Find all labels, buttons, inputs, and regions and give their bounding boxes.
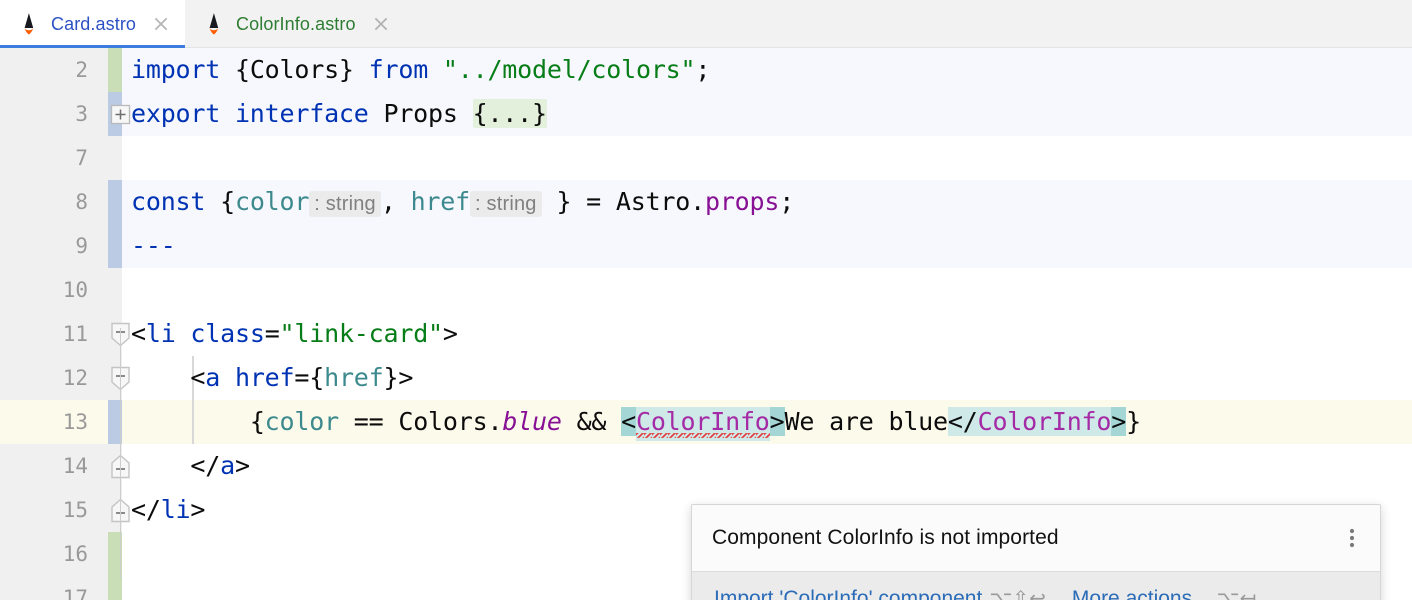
code-row[interactable]: 11 <li class="link-card"> [0,312,1412,356]
code-line-text: {color == Colors.blue && <ColorInfo>We a… [131,400,1141,444]
inlay-type-hint[interactable]: : string [469,191,542,217]
more-actions-action[interactable]: More actions... ⌥↤ [1072,586,1257,600]
code-row[interactable]: 12 <a href={href}> [0,356,1412,400]
code-row[interactable]: 9 --- [0,224,1412,268]
line-number: 15 [62,498,88,522]
line-number: 2 [75,58,88,82]
code-row[interactable]: 10 [0,268,1412,312]
line-number: 8 [75,190,88,214]
action-label: Import 'ColorInfo' component [714,587,983,600]
code-row[interactable]: 2 import {Colors} from "../model/colors"… [0,48,1412,92]
vcs-change-marker[interactable] [108,576,122,600]
line-number: 12 [62,366,88,390]
tab-label: ColorInfo.astro [236,13,356,34]
unresolved-component-reference[interactable]: ColorInfo [635,407,770,441]
line-number: 9 [75,234,88,258]
tab-label: Card.astro [51,13,137,34]
popup-action-bar: Import 'ColorInfo' component ⌥⇧↩ More ac… [692,571,1380,600]
astro-logo-icon [209,13,219,35]
line-number: 3 [75,102,88,126]
code-line-text: </a> [190,451,250,480]
editor-tab-bar: Card.astro ColorInfo.astro [0,0,1412,48]
line-number: 11 [62,322,88,346]
fold-region-connector [120,328,121,578]
code-row[interactable]: 7 [0,136,1412,180]
code-row-current[interactable]: 13 {color == Colors.blue && <ColorInfo>W… [0,400,1412,444]
code-line-text: export interface Props {...} [131,99,547,128]
line-number: 10 [62,278,88,302]
code-row[interactable]: 14 </a> [0,444,1412,488]
close-icon[interactable] [151,14,171,34]
code-line-text: <a href={href}> [190,363,414,392]
vcs-change-marker[interactable] [108,224,122,268]
vcs-change-marker[interactable] [108,180,122,224]
code-editor[interactable]: 2 import {Colors} from "../model/colors"… [0,48,1412,600]
code-row[interactable]: 3 export interface Props {...} [0,92,1412,136]
code-line-text: import {Colors} from "../model/colors"; [131,55,711,84]
line-number: 17 [62,586,88,600]
close-icon[interactable] [371,14,391,34]
line-number: 13 [62,410,88,434]
inlay-type-hint[interactable]: : string [309,191,381,217]
action-shortcut: ⌥↤ [1216,586,1257,600]
more-options-icon[interactable] [1341,526,1363,550]
collapsed-fold-region[interactable]: {...} [472,99,547,128]
import-component-action[interactable]: Import 'ColorInfo' component ⌥⇧↩ [714,586,1046,600]
code-line-text: </li> [131,495,206,524]
inspection-tooltip-popup[interactable]: Component ColorInfo is not imported Impo… [691,504,1381,600]
code-line-text: --- [131,231,176,260]
code-line-text: <li class="link-card"> [131,319,458,348]
tab-card-astro[interactable]: Card.astro [0,0,186,48]
line-number: 7 [75,146,88,170]
vcs-change-marker[interactable] [108,48,122,92]
astro-logo-icon [24,13,34,35]
code-row[interactable]: 8 const {color: string, href: string } =… [0,180,1412,224]
tab-colorinfo-astro[interactable]: ColorInfo.astro [185,0,405,48]
action-label: More actions... [1071,587,1210,600]
inspection-message: Component ColorInfo is not imported [712,526,1059,549]
popup-header: Component ColorInfo is not imported [692,505,1380,571]
line-number: 14 [62,454,88,478]
line-number: 16 [62,542,88,566]
code-line-text: const {color: string, href: string } = A… [131,187,795,217]
fold-expand-icon[interactable] [110,104,131,125]
action-shortcut: ⌥⇧↩ [989,586,1046,600]
